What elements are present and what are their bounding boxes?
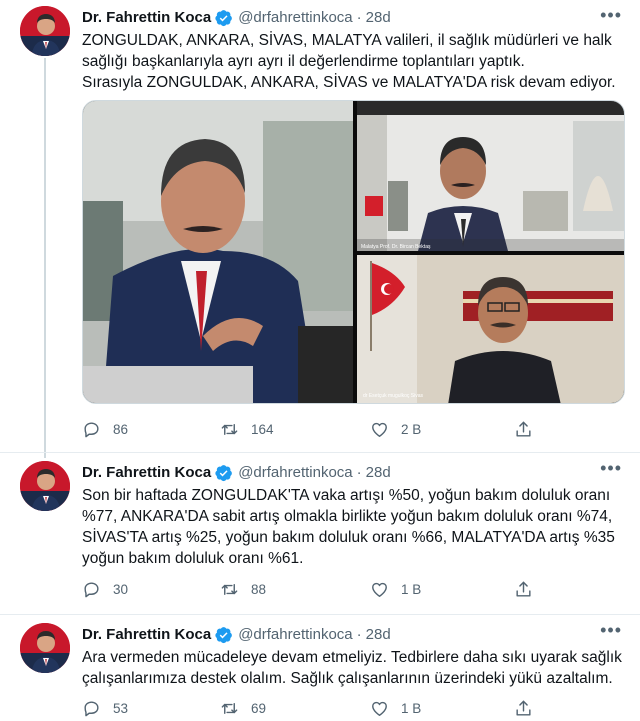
author-name[interactable]: Dr. Fahrettin Koca (82, 8, 211, 27)
tweet-actions: 30 88 1 B (82, 580, 542, 600)
like-button[interactable]: 2 B (370, 420, 421, 439)
video-caption-bottom: dr Esetçuk mugulkoç Sivas (363, 393, 424, 399)
retweet-icon (220, 420, 239, 439)
author-name[interactable]: Dr. Fahrettin Koca (82, 625, 211, 644)
tweet-media[interactable]: Malatya Prof. Dr. Bircan Bektaş dr Esetç… (82, 100, 625, 404)
author-name[interactable]: Dr. Fahrettin Koca (82, 463, 211, 482)
like-count: 1 B (401, 582, 422, 597)
reply-count: 53 (113, 701, 129, 716)
more-icon[interactable]: ••• (600, 459, 622, 477)
retweet-count: 164 (251, 422, 274, 437)
retweet-count: 88 (251, 582, 267, 597)
like-count: 2 B (401, 422, 422, 437)
timestamp[interactable]: 28d (366, 8, 391, 27)
retweet-count: 69 (251, 701, 267, 716)
author-handle[interactable]: @drfahrettinkoca (238, 8, 352, 27)
like-count: 1 B (401, 701, 422, 716)
share-icon (514, 420, 533, 439)
tweet-header: Dr. Fahrettin Koca @drfahrettinkoca · 28… (82, 463, 391, 482)
reply-button[interactable]: 53 (82, 699, 128, 718)
verified-icon (215, 626, 233, 644)
avatar[interactable] (20, 6, 70, 56)
author-handle[interactable]: @drfahrettinkoca (238, 463, 352, 482)
avatar[interactable] (20, 461, 70, 511)
timestamp[interactable]: 28d (366, 625, 391, 644)
reply-icon (82, 699, 101, 718)
retweet-button[interactable]: 88 (220, 580, 266, 599)
separator-dot: · (356, 9, 362, 26)
share-button[interactable] (514, 699, 545, 718)
verified-icon (215, 464, 233, 482)
tweet-text: Son bir haftada ZONGULDAK'TA vaka artışı… (82, 487, 615, 567)
tweet-text: Ara vermeden mücadeleye devam etmeliyiz.… (82, 649, 622, 687)
more-icon[interactable]: ••• (600, 6, 622, 24)
photo-video-top: Malatya Prof. Dr. Bircan Bektaş (357, 101, 624, 251)
tweet[interactable]: Dr. Fahrettin Koca @drfahrettinkoca · 28… (0, 0, 640, 450)
reply-icon (82, 420, 101, 439)
share-button[interactable] (514, 420, 545, 439)
tweet[interactable]: Dr. Fahrettin Koca @drfahrettinkoca · 28… (0, 614, 640, 721)
retweet-button[interactable]: 69 (220, 699, 266, 718)
like-button[interactable]: 1 B (370, 699, 421, 718)
verified-icon (215, 9, 233, 27)
reply-button[interactable]: 86 (82, 420, 128, 439)
separator-dot: · (356, 464, 362, 481)
reply-count: 86 (113, 422, 129, 437)
retweet-button[interactable]: 164 (220, 420, 274, 439)
more-icon[interactable]: ••• (600, 621, 622, 639)
separator-dot: · (356, 626, 362, 643)
retweet-icon (220, 699, 239, 718)
author-handle[interactable]: @drfahrettinkoca (238, 625, 352, 644)
photo-video-bottom: dr Esetçuk mugulkoç Sivas (357, 255, 624, 403)
reply-icon (82, 580, 101, 599)
share-button[interactable] (514, 580, 545, 599)
tweet[interactable]: Dr. Fahrettin Koca @drfahrettinkoca · 28… (0, 452, 640, 612)
video-caption-top: Malatya Prof. Dr. Bircan Bektaş (361, 244, 431, 250)
tweet-actions: 86 164 2 B (82, 420, 542, 440)
like-button[interactable]: 1 B (370, 580, 421, 599)
tweet-text: ZONGULDAK, ANKARA, SİVAS, MALATYA valile… (82, 32, 616, 91)
media-photos: Malatya Prof. Dr. Bircan Bektaş dr Esetç… (83, 101, 624, 403)
reply-button[interactable]: 30 (82, 580, 128, 599)
tweet-actions: 53 69 1 B (82, 699, 542, 719)
retweet-icon (220, 580, 239, 599)
avatar[interactable] (20, 623, 70, 673)
reply-count: 30 (113, 582, 129, 597)
share-icon (514, 699, 533, 718)
tweet-header: Dr. Fahrettin Koca @drfahrettinkoca · 28… (82, 8, 391, 27)
like-icon (370, 580, 389, 599)
like-icon (370, 420, 389, 439)
share-icon (514, 580, 533, 599)
photo-minister (83, 101, 353, 403)
timestamp[interactable]: 28d (366, 463, 391, 482)
tweet-header: Dr. Fahrettin Koca @drfahrettinkoca · 28… (82, 625, 391, 644)
like-icon (370, 699, 389, 718)
